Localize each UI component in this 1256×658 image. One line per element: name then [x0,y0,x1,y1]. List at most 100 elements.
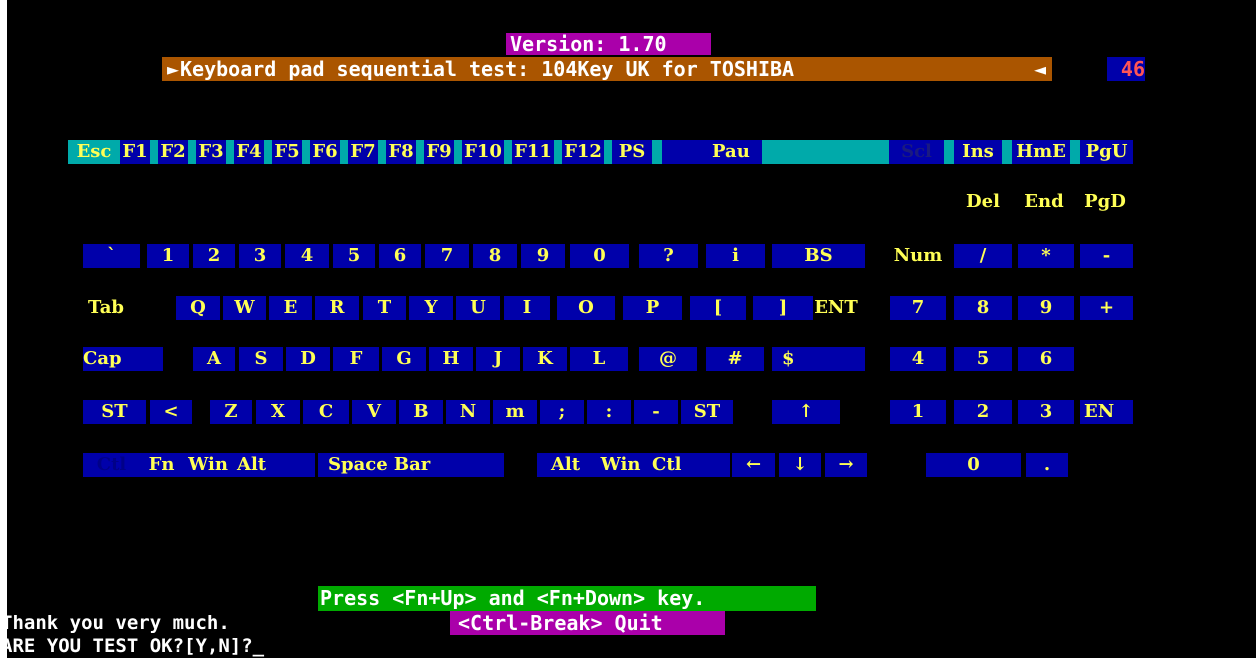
key-tab[interactable]: Tab [81,296,131,320]
key-f10[interactable]: F10 [462,140,504,164]
key-9[interactable]: 9 [521,244,565,268]
key-dollar[interactable]: $ [772,347,865,371]
key-0[interactable]: 0 [570,244,629,268]
key-caps-lock[interactable]: Cap [83,347,163,371]
key-kp-6[interactable]: 6 [1018,347,1074,371]
key-question[interactable]: ? [639,244,698,268]
key-i[interactable]: i [706,244,765,268]
key-o[interactable]: O [557,296,615,320]
key-b[interactable]: B [399,400,443,424]
key-hash[interactable]: # [706,347,764,371]
key-f3[interactable]: F3 [196,140,226,164]
key-y[interactable]: Y [409,296,453,320]
key-insert[interactable]: Ins [954,140,1002,164]
key-2[interactable]: 2 [193,244,235,268]
key-left-bracket[interactable]: [ [690,296,746,320]
key-r[interactable]: R [315,296,359,320]
key-kp-4[interactable]: 4 [890,347,946,371]
key-kp-plus[interactable]: + [1080,296,1133,320]
key-c[interactable]: C [303,400,349,424]
key-enter[interactable]: ENT [810,296,862,320]
key-page-down[interactable]: PgD [1077,190,1133,214]
key-f4[interactable]: F4 [234,140,264,164]
key-colon[interactable]: : [587,400,631,424]
key-t[interactable]: T [363,296,406,320]
key-alt-right[interactable]: Alt [537,453,594,477]
key-p[interactable]: P [623,296,682,320]
key-win-left[interactable]: Win [183,453,233,477]
key-f9[interactable]: F9 [424,140,454,164]
key-delete[interactable]: Del [954,190,1012,214]
key-pause-left[interactable] [662,140,712,164]
key-f11[interactable]: F11 [512,140,554,164]
key-kp-9[interactable]: 9 [1018,296,1074,320]
key-v[interactable]: V [352,400,396,424]
key-m[interactable]: m [493,400,537,424]
key-l[interactable]: L [570,347,628,371]
key-right-bracket[interactable]: ] [753,296,813,320]
key-end[interactable]: End [1015,190,1073,214]
key-kp-slash[interactable]: / [954,244,1012,268]
key-home[interactable]: HmE [1012,140,1070,164]
key-e[interactable]: E [269,296,312,320]
key-3[interactable]: 3 [239,244,281,268]
key-1[interactable]: 1 [147,244,189,268]
key-kp-7[interactable]: 7 [890,296,946,320]
key-h[interactable]: H [429,347,473,371]
key-kp-8[interactable]: 8 [954,296,1012,320]
key-q[interactable]: Q [176,296,220,320]
key-d[interactable]: D [286,347,330,371]
key-f5[interactable]: F5 [272,140,302,164]
key-kp-3[interactable]: 3 [1018,400,1074,424]
key-shift-left[interactable]: ST [83,400,146,424]
key-pause[interactable]: Pau [712,140,762,164]
key-x[interactable]: X [256,400,300,424]
key-z[interactable]: Z [210,400,252,424]
key-dash[interactable]: - [634,400,678,424]
key-grave[interactable]: ` [83,244,140,268]
key-kp-0[interactable]: 0 [926,453,1021,477]
key-s[interactable]: S [239,347,283,371]
key-f[interactable]: F [333,347,379,371]
key-kp-5[interactable]: 5 [954,347,1012,371]
key-6[interactable]: 6 [379,244,421,268]
key-f12[interactable]: F12 [562,140,604,164]
key-num-lock[interactable]: Num [890,244,946,268]
key-kp-dot[interactable]: . [1026,453,1068,477]
confirm-prompt[interactable]: ARE YOU TEST OK?[Y,N]?_ [7,634,264,658]
key-kp-2[interactable]: 2 [954,400,1012,424]
key-f6[interactable]: F6 [310,140,340,164]
key-page-up[interactable]: PgU [1080,140,1133,164]
key-print-screen[interactable]: PS [612,140,652,164]
key-at[interactable]: @ [639,347,697,371]
key-4[interactable]: 4 [285,244,329,268]
key-space-bar[interactable]: Space Bar [318,453,504,477]
key-ctrl-left[interactable]: Ctl [83,453,140,477]
key-f2[interactable]: F2 [158,140,188,164]
key-arrow-down[interactable]: ↓ [779,453,821,477]
key-w[interactable]: W [223,296,266,320]
key-5[interactable]: 5 [333,244,375,268]
key-f8[interactable]: F8 [386,140,416,164]
key-n[interactable]: N [446,400,490,424]
key-esc[interactable]: Esc [68,140,120,164]
key-i-letter[interactable]: I [504,296,550,320]
key-win-right[interactable]: Win [594,453,647,477]
key-scroll-lock[interactable]: Scl [889,140,944,164]
key-kp-1[interactable]: 1 [890,400,946,424]
key-u[interactable]: U [456,296,500,320]
key-f1[interactable]: F1 [120,140,150,164]
key-kp-minus[interactable]: - [1080,244,1133,268]
key-kp-enter[interactable]: EN [1080,400,1133,424]
key-g[interactable]: G [382,347,426,371]
key-7[interactable]: 7 [425,244,469,268]
key-less-than[interactable]: < [150,400,192,424]
key-ctrl-right[interactable]: Ctl [647,453,730,477]
key-kp-star[interactable]: * [1018,244,1074,268]
key-alt-left[interactable]: Alt [233,453,315,477]
key-backspace[interactable]: BS [772,244,865,268]
key-f7[interactable]: F7 [348,140,378,164]
key-arrow-left[interactable]: ← [732,453,775,477]
key-8[interactable]: 8 [473,244,517,268]
key-j[interactable]: J [476,347,520,371]
